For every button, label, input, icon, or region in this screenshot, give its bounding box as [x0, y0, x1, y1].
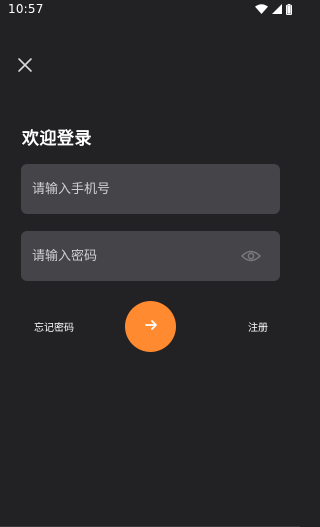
password-field-container[interactable]	[21, 231, 280, 281]
battery-icon	[286, 3, 292, 15]
eye-icon	[240, 247, 262, 266]
wifi-icon	[255, 4, 268, 14]
phone-input[interactable]	[32, 181, 232, 197]
signal-icon	[272, 4, 282, 14]
close-icon	[17, 57, 33, 77]
status-icons	[255, 3, 292, 15]
close-button[interactable]	[15, 57, 35, 77]
status-bar: 10:57	[0, 0, 300, 16]
status-time: 10:57	[8, 2, 44, 16]
phone-field-container[interactable]	[21, 164, 280, 214]
register-link[interactable]: 注册	[248, 319, 268, 334]
login-submit-button[interactable]	[125, 301, 176, 352]
password-input[interactable]	[32, 248, 232, 264]
page-title: 欢迎登录	[22, 129, 92, 149]
forgot-password-link[interactable]: 忘记密码	[34, 319, 74, 334]
arrow-right-icon	[144, 317, 158, 336]
password-visibility-toggle[interactable]	[240, 246, 262, 266]
